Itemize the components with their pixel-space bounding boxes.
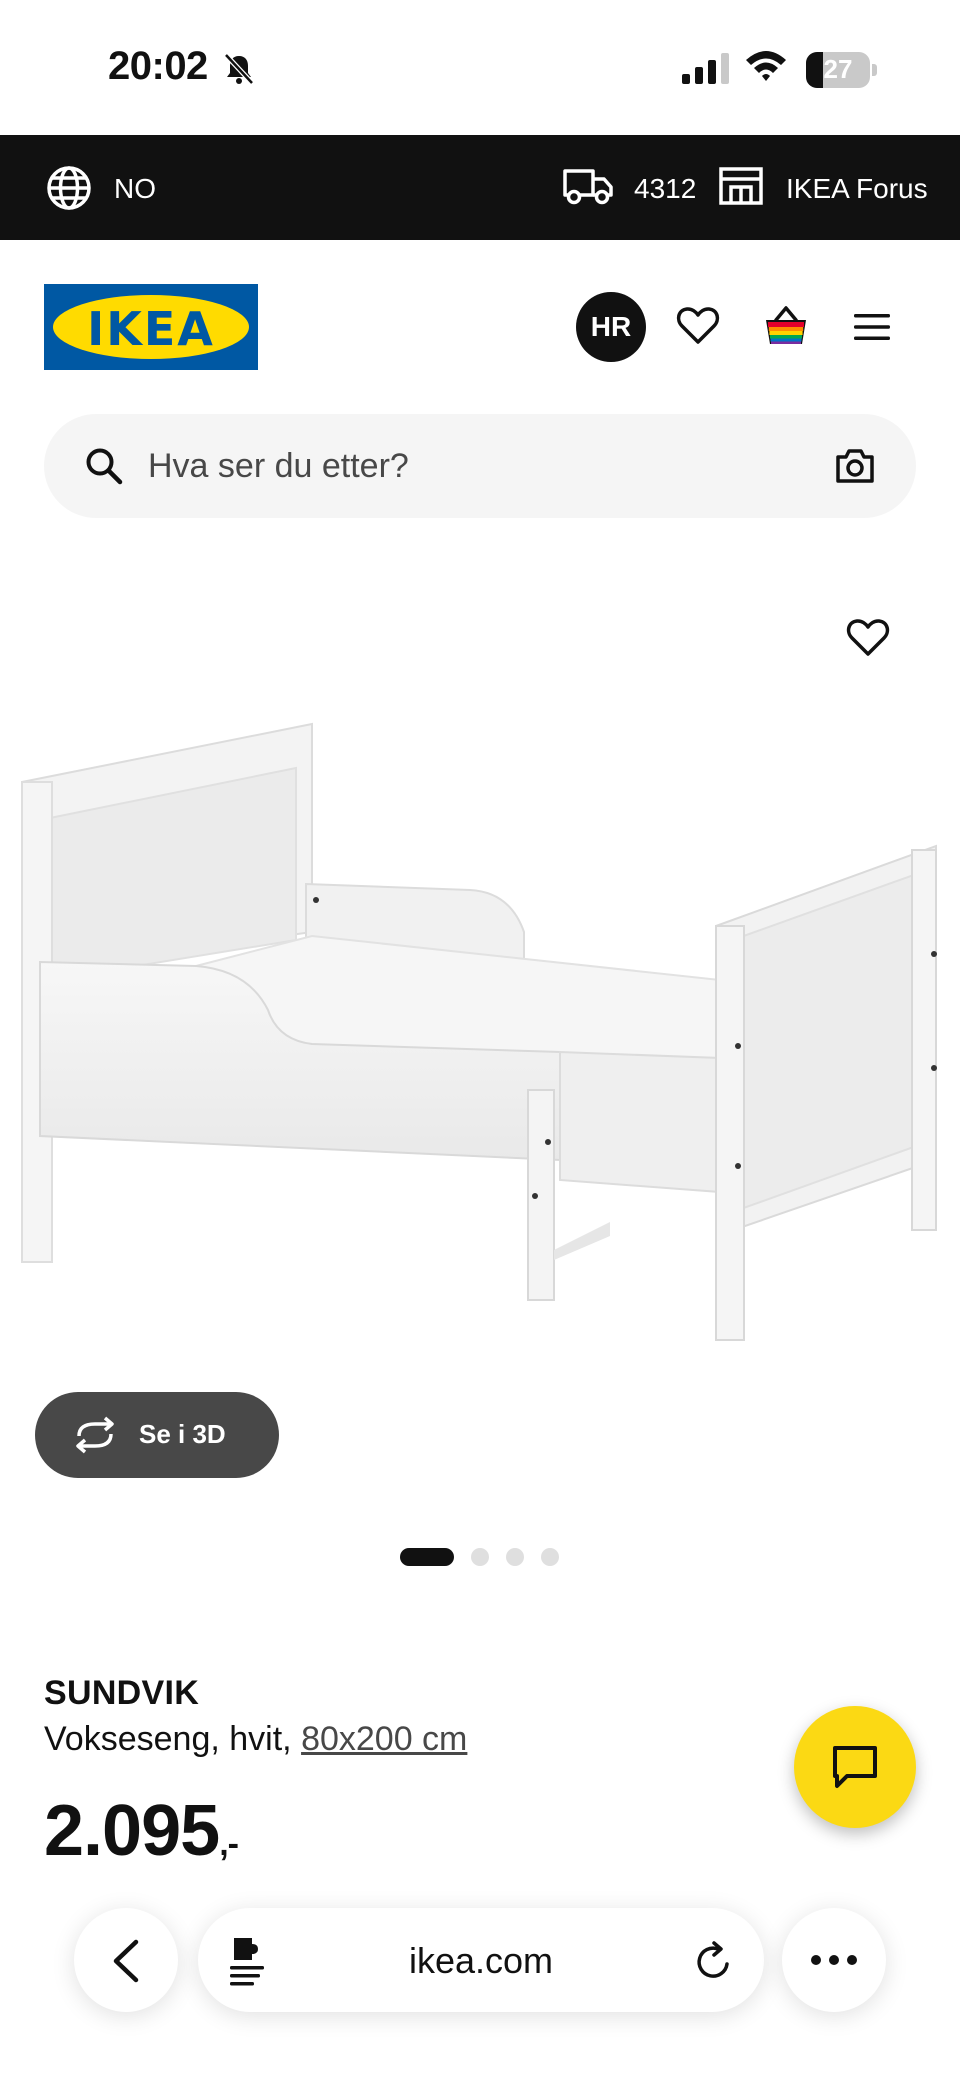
reload-icon[interactable] [694, 1940, 734, 1982]
delivery-truck-icon[interactable] [562, 165, 614, 207]
ellipsis-icon [811, 1955, 857, 1965]
rotate-3d-icon [76, 1416, 114, 1454]
wifi-icon [746, 51, 786, 81]
ikea-logo[interactable]: IKEA [44, 284, 258, 370]
globe-icon[interactable] [46, 165, 92, 211]
status-bar: 20:02 27 [0, 0, 960, 135]
carousel-dot-active[interactable] [400, 1548, 454, 1566]
battery-percent: 27 [823, 54, 853, 84]
store-name[interactable]: IKEA Forus [786, 173, 928, 205]
shopping-basket-icon[interactable] [762, 304, 810, 348]
store-icon[interactable] [718, 165, 764, 207]
browser-toolbar: ikea.com [0, 1880, 960, 2086]
more-options-button[interactable] [782, 1908, 886, 2012]
search-input[interactable] [148, 436, 768, 496]
product-name[interactable]: SUNDVIK [44, 1674, 199, 1713]
search-icon[interactable] [84, 446, 124, 486]
battery-icon: 27 [806, 52, 878, 88]
search-bar[interactable] [44, 414, 916, 518]
product-type: Vokseseng, hvit, [44, 1720, 292, 1758]
price-suffix: ,- [219, 1825, 239, 1863]
clock: 20:02 [108, 44, 208, 88]
profile-avatar[interactable]: HR [576, 292, 646, 362]
address-bar[interactable]: ikea.com [198, 1908, 764, 2012]
postal-code[interactable]: 4312 [634, 173, 696, 205]
add-to-favourites-heart-icon[interactable] [846, 618, 890, 658]
hamburger-menu-icon[interactable] [852, 312, 892, 342]
product-price: 2.095,- [44, 1790, 239, 1872]
back-button[interactable] [74, 1908, 178, 2012]
view-in-3d-label: Se i 3D [139, 1419, 226, 1449]
carousel-dot[interactable] [506, 1548, 524, 1566]
product-image[interactable] [0, 560, 960, 1390]
logo-text: IKEA [87, 302, 215, 356]
top-info-bar: NO 4312 IKEA Forus [0, 135, 960, 240]
carousel-dot[interactable] [471, 1548, 489, 1566]
camera-search-icon[interactable] [834, 448, 876, 484]
language-selector[interactable]: NO [114, 173, 156, 205]
price-amount: 2.095 [44, 1791, 220, 1871]
url-text[interactable]: ikea.com [198, 1940, 764, 1982]
chat-button[interactable] [794, 1706, 916, 1828]
bell-muted-icon [224, 53, 254, 85]
chat-bubble-icon [833, 1746, 877, 1788]
product-description: Vokseseng, hvit, 80x200 cm [44, 1720, 467, 1759]
view-in-3d-button[interactable]: Se i 3D [35, 1392, 279, 1478]
chevron-left-icon [113, 1939, 139, 1983]
product-size-link[interactable]: 80x200 cm [301, 1720, 467, 1758]
cellular-signal-icon [682, 53, 729, 84]
favourites-heart-icon[interactable] [676, 306, 720, 346]
carousel-dot[interactable] [541, 1548, 559, 1566]
